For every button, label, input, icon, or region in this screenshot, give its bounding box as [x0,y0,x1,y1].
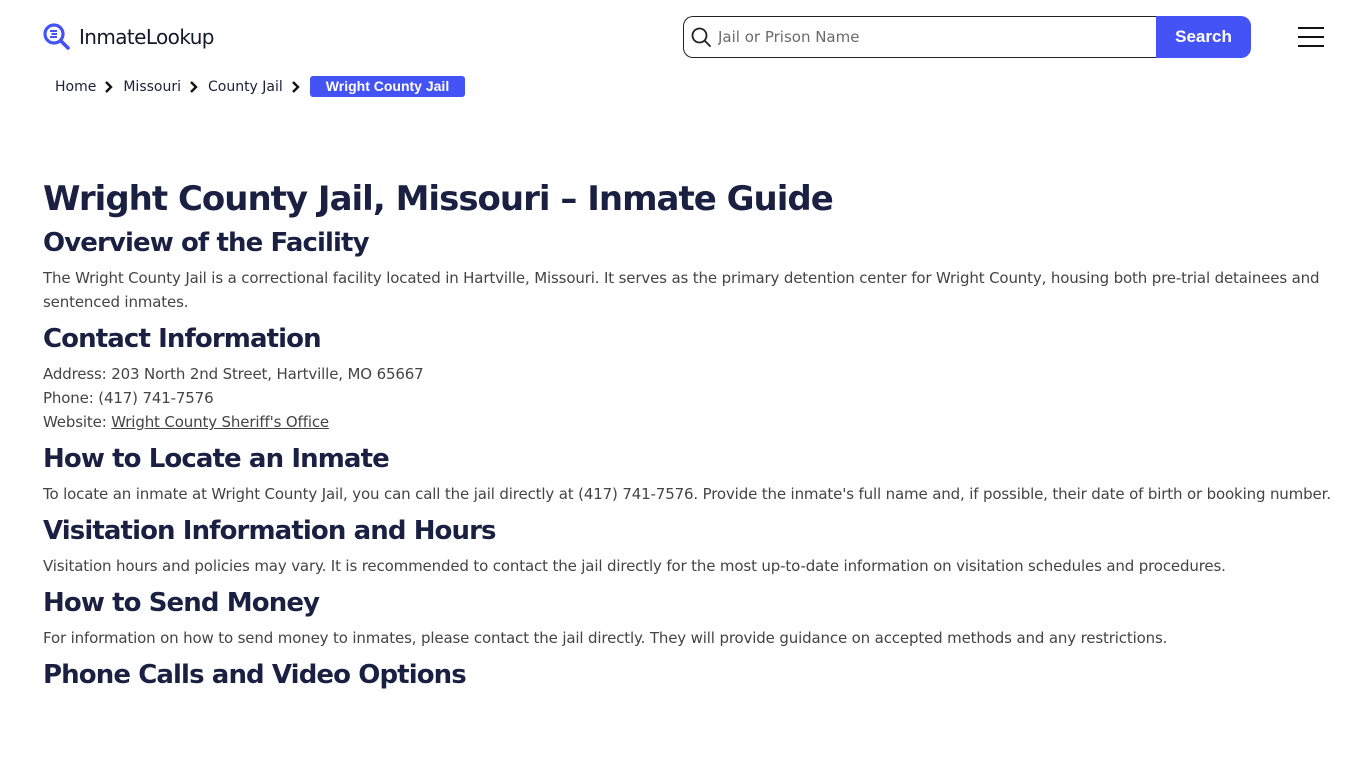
main-content: Wright County Jail, Missouri – Inmate Gu… [43,178,1333,698]
section-heading: How to Locate an Inmate [43,444,390,474]
chevron-right-icon [104,80,114,94]
chevron-right-icon [189,80,199,94]
section-heading: Visitation Information and Hours [43,516,497,546]
section-locate-inmate: How to Locate an Inmate To locate an inm… [43,442,1333,506]
sheriff-website-link[interactable]: Wright County Sheriff's Office [111,413,329,431]
page-title: Wright County Jail, Missouri – Inmate Gu… [43,179,834,219]
section-contact: Contact Information Address: 203 North 2… [43,322,1333,434]
section-heading: Phone Calls and Video Options [43,660,467,690]
breadcrumb-county-jail[interactable]: County Jail [208,79,283,95]
breadcrumb: Home Missouri County Jail Wright County … [55,76,466,97]
section-heading: Contact Information [43,324,322,354]
menu-bar [1298,36,1324,38]
section-heading: Overview of the Facility [43,228,370,258]
search-button[interactable]: Search [1156,16,1251,58]
address-value: 203 North 2nd Street, Hartville, MO 6566… [111,365,424,383]
search-input[interactable] [718,28,1138,46]
menu-bar [1298,45,1324,47]
section-overview: Overview of the Facility The Wright Coun… [43,226,1333,314]
website-line: Website: Wright County Sheriff's Office [43,410,1333,434]
section-visitation: Visitation Information and Hours Visitat… [43,514,1333,578]
phone-line: Phone: (417) 741-7576 [43,386,1333,410]
section-heading: How to Send Money [43,588,320,618]
address-label: Address: [43,365,107,383]
website-label: Website: [43,413,107,431]
contact-details: Address: 203 North 2nd Street, Hartville… [43,362,1333,434]
section-body: To locate an inmate at Wright County Jai… [43,485,1331,503]
section-body: The Wright County Jail is a correctional… [43,269,1320,311]
breadcrumb-current: Wright County Jail [309,76,466,97]
phone-value: (417) 741-7576 [98,389,214,407]
logo-link[interactable]: InmateLookup [42,22,214,52]
chevron-right-icon [291,80,301,94]
phone-label: Phone: [43,389,94,407]
address-line: Address: 203 North 2nd Street, Hartville… [43,362,1333,386]
breadcrumb-home[interactable]: Home [55,79,96,95]
site-header: InmateLookup Search [0,0,1366,70]
search-form: Search [683,16,1251,58]
logo-text: InmateLookup [79,25,214,49]
search-icon [690,26,712,48]
hamburger-menu-icon[interactable] [1298,27,1324,47]
logo-magnifier-icon [42,22,72,52]
section-send-money: How to Send Money For information on how… [43,586,1333,650]
search-box [683,16,1156,58]
menu-bar [1298,27,1324,29]
section-body: For information on how to send money to … [43,629,1168,647]
section-body: Visitation hours and policies may vary. … [43,557,1226,575]
breadcrumb-missouri[interactable]: Missouri [123,79,181,95]
section-phone-video: Phone Calls and Video Options [43,658,1333,692]
